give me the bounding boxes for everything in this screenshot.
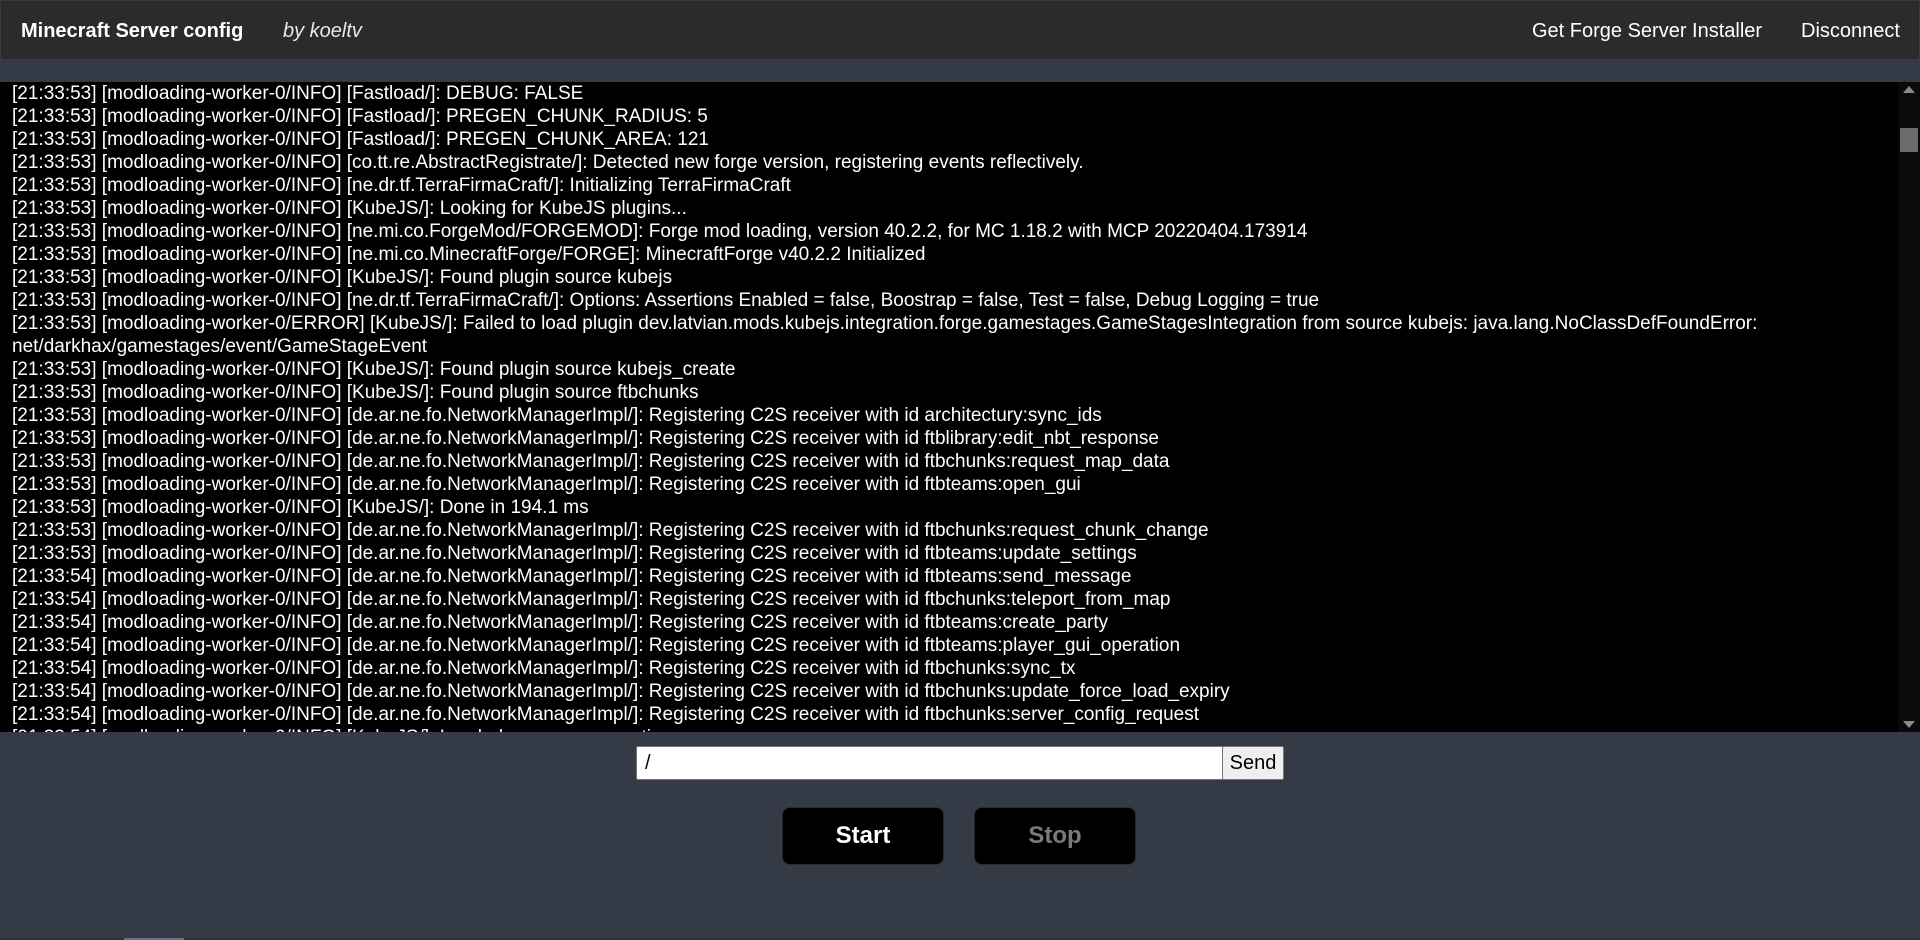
log-line: [21:33:53] [modloading-worker-0/INFO] [n… <box>12 221 1308 242</box>
get-forge-installer-link[interactable]: Get Forge Server Installer <box>1532 20 1762 43</box>
log-line: [21:33:53] [modloading-worker-0/INFO] [F… <box>12 83 584 104</box>
log-line: [21:33:53] [modloading-worker-0/INFO] [n… <box>12 244 926 265</box>
author-byline: by koeltv <box>283 20 362 42</box>
log-line: [21:33:53] [modloading-worker-0/INFO] [d… <box>12 474 1081 495</box>
console-scrollbar[interactable] <box>1898 82 1920 732</box>
log-line: [21:33:53] [modloading-worker-0/INFO] [K… <box>12 359 736 380</box>
log-line: [21:33:53] [modloading-worker-0/INFO] [F… <box>12 129 709 150</box>
log-line: [21:33:53] [modloading-worker-0/INFO] [d… <box>12 428 1159 449</box>
log-line: [21:33:54] [modloading-worker-0/INFO] [d… <box>12 681 1230 702</box>
send-button[interactable]: Send <box>1222 746 1284 780</box>
stop-button[interactable]: Stop <box>974 807 1136 865</box>
log-line: [21:33:53] [modloading-worker-0/INFO] [n… <box>12 290 1320 311</box>
top-navbar: Minecraft Server config by koeltv Get Fo… <box>0 0 1920 60</box>
log-line: [21:33:53] [modloading-worker-0/INFO] [d… <box>12 451 1170 472</box>
log-line: [21:33:53] [modloading-worker-0/INFO] [d… <box>12 520 1209 541</box>
server-console[interactable]: [21:33:53] [modloading-worker-0/INFO] [F… <box>0 82 1920 732</box>
log-line: [21:33:53] [modloading-worker-0/INFO] [c… <box>12 152 1084 173</box>
log-line: [21:33:53] [modloading-worker-0/INFO] [K… <box>12 267 673 288</box>
log-line: [21:33:54] [modloading-worker-0/INFO] [d… <box>12 589 1171 610</box>
start-button[interactable]: Start <box>782 807 944 865</box>
command-input[interactable] <box>636 746 1224 780</box>
log-line: [21:33:53] [modloading-worker-0/INFO] [K… <box>12 382 699 403</box>
log-line: [21:33:54] [modloading-worker-0/INFO] [d… <box>12 635 1181 656</box>
log-line: [21:33:53] [modloading-worker-0/INFO] [d… <box>12 543 1137 564</box>
scroll-down-icon[interactable] <box>1903 721 1915 728</box>
log-line: [21:33:53] [modloading-worker-0/INFO] [K… <box>12 497 589 518</box>
log-line: [21:33:54] [modloading-worker-0/INFO] [d… <box>12 704 1200 725</box>
scroll-up-icon[interactable] <box>1903 86 1915 93</box>
log-line: [21:33:53] [modloading-worker-0/ERROR] [… <box>12 313 1758 357</box>
console-log: [21:33:53] [modloading-worker-0/INFO] [F… <box>12 82 1892 732</box>
log-line: [21:33:53] [modloading-worker-0/INFO] [K… <box>12 198 687 219</box>
scroll-thumb[interactable] <box>1900 128 1918 152</box>
log-line: [21:33:54] [modloading-worker-0/INFO] [d… <box>12 612 1109 633</box>
disconnect-link[interactable]: Disconnect <box>1801 20 1900 43</box>
log-line: [21:33:54] [modloading-worker-0/INFO] [K… <box>12 726 1892 732</box>
log-line: [21:33:54] [modloading-worker-0/INFO] [d… <box>12 566 1132 587</box>
log-line: [21:33:53] [modloading-worker-0/INFO] [F… <box>12 106 708 127</box>
log-line: [21:33:54] [modloading-worker-0/INFO] [d… <box>12 658 1076 679</box>
app-title[interactable]: Minecraft Server config <box>21 20 243 43</box>
log-line: [21:33:53] [modloading-worker-0/INFO] [d… <box>12 405 1102 426</box>
log-line: [21:33:53] [modloading-worker-0/INFO] [n… <box>12 175 791 196</box>
